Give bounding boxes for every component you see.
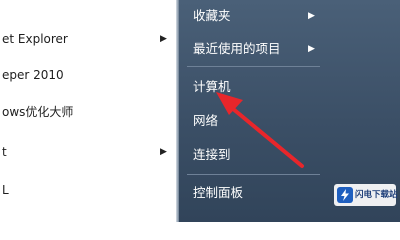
left-item-label: eper 2010 — [2, 68, 64, 82]
menu-separator — [187, 174, 320, 175]
menu-separator — [187, 66, 320, 67]
left-item-label: et Explorer — [2, 32, 68, 46]
right-item-label: 最近使用的项目 — [193, 41, 281, 56]
right-item-control-panel[interactable]: 控制面板 — [179, 178, 327, 208]
left-item-internet-explorer[interactable]: et Explorer ▶ — [0, 24, 176, 54]
submenu-arrow-icon: ▶ — [160, 147, 167, 157]
left-item-partial-bottom[interactable]: L — [0, 175, 176, 205]
right-item-label: 控制面板 — [193, 185, 244, 200]
right-item-label: 连接到 — [193, 147, 231, 162]
watermark-text: 闪电下载站 — [355, 190, 398, 200]
left-item-label: t — [2, 145, 7, 159]
left-item-label: L — [2, 183, 9, 197]
submenu-arrow-icon: ▶ — [308, 44, 315, 54]
left-item-windows-optimizer[interactable]: ows优化大师 — [0, 97, 176, 127]
right-item-favorites[interactable]: 收藏夹 ▶ — [179, 1, 327, 31]
right-item-network[interactable]: 网络 — [179, 106, 327, 136]
left-item-partial[interactable]: t ▶ — [0, 137, 176, 167]
left-item-label: ows优化大师 — [2, 105, 74, 119]
submenu-arrow-icon: ▶ — [308, 11, 315, 21]
lightning-logo-icon — [337, 187, 353, 203]
right-item-computer[interactable]: 计算机 — [179, 72, 327, 102]
left-item-keeper-2010[interactable]: eper 2010 — [0, 60, 176, 90]
right-item-label: 收藏夹 — [193, 8, 231, 23]
right-item-label: 计算机 — [193, 79, 231, 94]
right-item-label: 网络 — [193, 113, 219, 128]
watermark: 闪电下载站 — [334, 184, 398, 206]
right-item-recent-items[interactable]: 最近使用的项目 ▶ — [179, 34, 327, 64]
start-menu-left-pane: et Explorer ▶ eper 2010 ows优化大师 t ▶ L — [0, 0, 176, 222]
right-item-connect-to[interactable]: 连接到 — [179, 140, 327, 170]
submenu-arrow-icon: ▶ — [160, 34, 167, 44]
